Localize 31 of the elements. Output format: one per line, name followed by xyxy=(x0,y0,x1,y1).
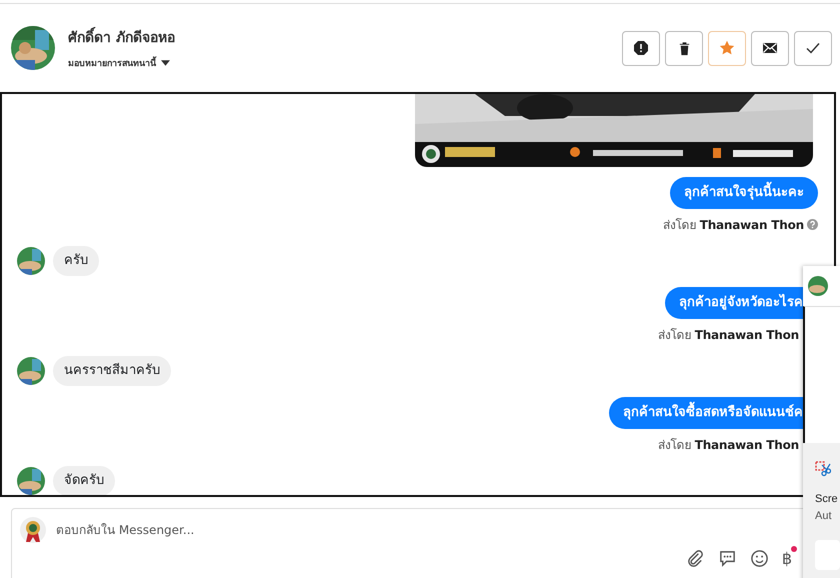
avatar xyxy=(808,276,828,296)
message-bubble: นครราชสีมาครับ xyxy=(53,356,171,386)
mail-icon xyxy=(762,40,778,56)
sender-label: ส่งโดย Thanawan Thon xyxy=(658,437,799,454)
delete-button[interactable] xyxy=(665,30,703,66)
payment-button[interactable]: ฿ xyxy=(782,549,792,568)
avatar xyxy=(11,26,55,70)
emoji-icon[interactable] xyxy=(750,549,769,568)
avatar xyxy=(17,467,45,495)
popup-text: Aut xyxy=(815,509,833,524)
help-icon[interactable] xyxy=(807,219,818,230)
message-bubble: ลุกค้าสนใจรุ่นนี้นะคะ xyxy=(670,177,818,209)
message-bubble: จัดครับ xyxy=(53,466,115,495)
contact-name: ศักดิ์ดา ภักดีจอหอ xyxy=(68,26,175,48)
avatar xyxy=(17,357,45,385)
alert-icon xyxy=(633,40,649,56)
assign-dropdown[interactable]: มอบหมายการสนทนานี้ xyxy=(68,56,175,70)
sender-label: ส่งโดย Thanawan Thon xyxy=(663,217,804,234)
chat-icon[interactable] xyxy=(718,549,737,568)
scissors-icon[interactable] xyxy=(815,461,831,477)
star-icon xyxy=(719,40,735,56)
mail-button[interactable] xyxy=(751,30,789,66)
caret-icon xyxy=(161,60,170,66)
popup-text: Scre xyxy=(815,492,839,507)
message-bubble: ครับ xyxy=(53,246,99,276)
avatar xyxy=(20,517,46,543)
report-button[interactable] xyxy=(622,30,660,66)
avatar xyxy=(17,247,45,275)
paperclip-icon[interactable] xyxy=(686,549,705,568)
sender-label: ส่งโดย Thanawan Thon xyxy=(658,327,799,344)
star-button[interactable] xyxy=(708,30,746,66)
